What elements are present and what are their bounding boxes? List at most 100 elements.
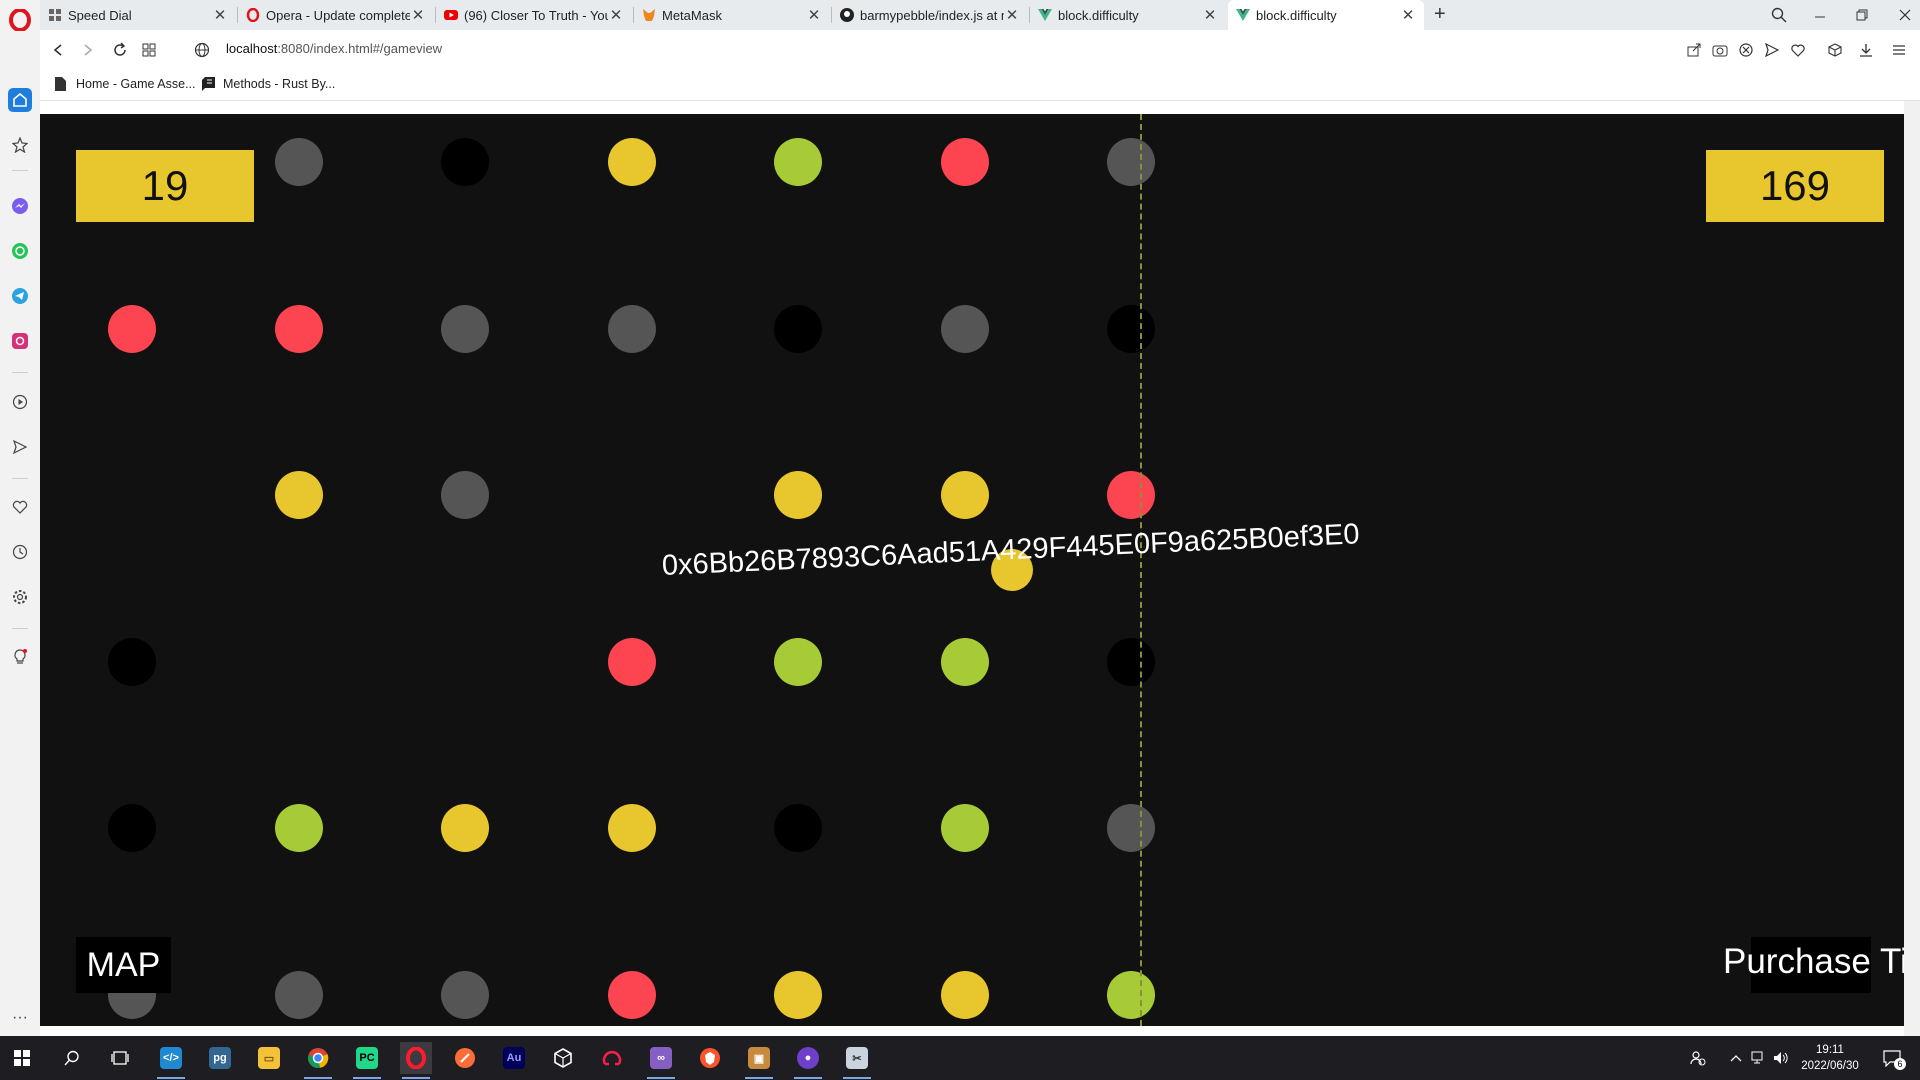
url-field[interactable]: localhost:8080/index.html#/gameview [226,41,442,56]
more-icon[interactable]: ··· [8,1006,32,1030]
tab-github[interactable]: barmypebble/index.js at main ✕ [832,0,1028,30]
github-desktop-icon[interactable]: ● [792,1042,824,1079]
visual-studio-icon[interactable]: ∞ [645,1042,677,1079]
reload-button[interactable] [108,38,132,62]
grid-dot-yellow[interactable] [274,471,323,519]
pycharm-icon[interactable]: PC [351,1042,383,1079]
close-icon[interactable]: ✕ [608,6,624,24]
file-explorer-icon[interactable]: ▭ [253,1042,285,1074]
grid-dot-yellow[interactable] [774,970,822,1019]
star-icon[interactable] [8,133,32,157]
grid-dot-yellow[interactable] [774,471,822,519]
grid-dot-gray[interactable] [441,471,489,519]
system-clock[interactable]: 19:11 2022/06/30 [1800,1042,1860,1074]
close-window-button[interactable] [1893,3,1917,27]
whatsapp-icon[interactable] [8,239,32,263]
grid-dot-black[interactable] [1107,304,1155,353]
chrome-icon[interactable] [302,1042,334,1079]
grid-dot-red[interactable] [1107,471,1155,519]
grid-dot-yellow[interactable] [940,471,989,519]
grid-dot-yellow[interactable] [441,804,489,852]
tab-search-icon[interactable] [1767,3,1791,27]
bookmark-game-assets[interactable]: Home - Game Asse... [55,77,195,91]
close-icon[interactable]: ✕ [212,6,228,24]
close-icon[interactable]: ✕ [1202,6,1218,24]
task-view-icon[interactable] [104,1042,136,1074]
audition-icon[interactable]: Au [498,1042,530,1074]
grid-dot-gray[interactable] [1107,138,1155,186]
telegram-icon[interactable] [8,284,32,308]
opera-gx-icon[interactable] [596,1042,628,1074]
grid-dot-black[interactable] [108,804,156,852]
postman-icon[interactable] [449,1042,481,1074]
grid-dot-yellow[interactable] [940,970,989,1019]
tab-youtube[interactable]: (96) Closer To Truth - YouTube ✕ [436,0,632,30]
tab-block-difficulty[interactable]: block.difficulty ✕ [1030,0,1226,30]
show-hidden-icons[interactable] [1726,1048,1746,1068]
close-icon[interactable]: ✕ [1400,6,1416,24]
close-icon[interactable]: ✕ [806,6,822,24]
grid-dot-gray[interactable] [274,138,323,186]
settings-icon[interactable] [8,585,32,609]
lightbulb-icon[interactable] [8,645,32,669]
opera-taskbar-icon[interactable] [400,1042,432,1079]
grid-dot-gray[interactable] [1107,804,1155,852]
start-button[interactable] [6,1042,38,1074]
tab-speed-dial[interactable]: Speed Dial ✕ [40,0,236,30]
grid-dot-black[interactable] [774,304,822,353]
grid-dot-black[interactable] [108,637,156,686]
grid-dot-red[interactable] [940,138,989,186]
restore-button[interactable] [1850,3,1874,27]
grid-dot-red[interactable] [607,970,656,1019]
history-icon[interactable] [8,540,32,564]
package-icon[interactable]: ▣ [743,1042,775,1079]
tab-opera-update[interactable]: Opera - Update complete! ✕ [238,0,434,30]
vscode-icon[interactable]: </> [155,1042,187,1079]
grid-dot-yellow[interactable] [607,804,656,852]
flow-send-icon[interactable] [1761,38,1783,62]
instagram-icon[interactable] [8,329,32,353]
action-center-icon[interactable]: 6 [1880,1046,1906,1070]
snipping-tool-icon[interactable]: ✂ [841,1042,873,1079]
volume-icon[interactable] [1771,1048,1791,1068]
grid-dot-green[interactable] [940,637,989,686]
map-button[interactable]: MAP [76,937,171,993]
grid-dot-green[interactable] [274,804,323,852]
close-icon[interactable]: ✕ [410,6,426,24]
brave-icon[interactable] [694,1042,726,1074]
grid-dot-black[interactable] [441,138,489,186]
snapshot-icon[interactable] [1709,38,1731,62]
grid-dot-gray[interactable] [441,970,489,1019]
search-icon[interactable] [56,1042,88,1074]
grid-dot-green[interactable] [940,804,989,852]
grid-dot-gray[interactable] [607,304,656,353]
grid-dot-red[interactable] [108,304,156,353]
heart-icon[interactable] [8,495,32,519]
grid-dot-green[interactable] [774,637,822,686]
grid-dot-red[interactable] [607,637,656,686]
network-icon[interactable] [1749,1048,1769,1068]
messenger-icon[interactable] [8,194,32,218]
unity-icon[interactable] [547,1042,579,1074]
opera-menu-icon[interactable] [9,8,31,32]
player-icon[interactable] [8,390,32,414]
easy-setup-icon[interactable] [1888,38,1910,62]
tab-grid-icon[interactable] [137,38,161,62]
close-icon[interactable]: ✕ [1004,6,1020,24]
forward-button[interactable] [76,38,100,62]
grid-dot-red[interactable] [274,304,323,353]
adblock-icon[interactable] [1735,38,1757,62]
people-icon[interactable] [1688,1048,1708,1068]
download-icon[interactable] [1855,38,1877,62]
pgadmin-icon[interactable]: pg [204,1042,236,1074]
grid-dot-gray[interactable] [441,304,489,353]
purchase-label[interactable]: Purchase Ti [1723,942,1904,982]
share-icon[interactable] [1683,38,1705,62]
grid-dot-black[interactable] [1107,637,1155,686]
grid-dot-green[interactable] [774,138,822,186]
site-info-icon[interactable] [190,38,214,62]
grid-dot-black[interactable] [774,804,822,852]
grid-dot-yellow[interactable] [607,138,656,186]
grid-dot-gray[interactable] [940,304,989,353]
bookmark-heart-icon[interactable] [1787,38,1809,62]
